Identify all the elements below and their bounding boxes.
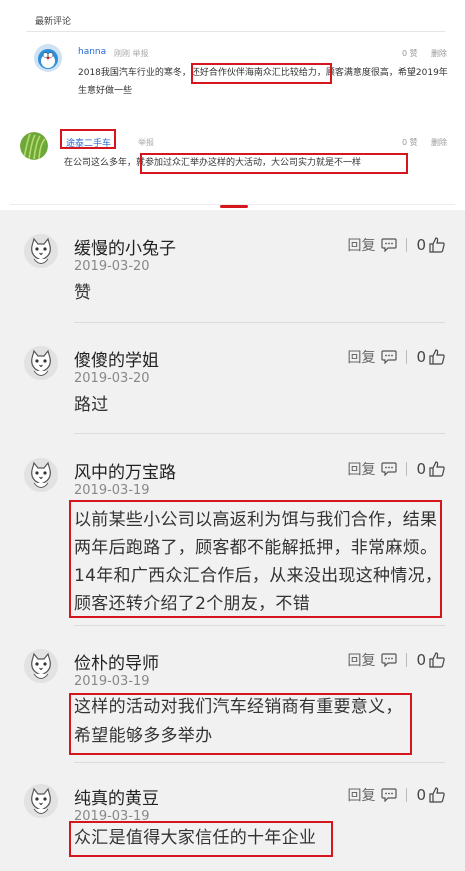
divider <box>74 433 445 434</box>
highlight-box <box>69 500 442 618</box>
comment-actions: 回复 0 <box>347 785 445 805</box>
divider <box>406 238 408 252</box>
chat-bubble-icon[interactable] <box>381 462 398 476</box>
comment-date: 2019-03-20 <box>74 259 150 274</box>
divider <box>74 322 445 323</box>
section-title: 最新评论 <box>35 17 72 27</box>
avatar[interactable] <box>20 132 48 160</box>
thumbs-up-icon[interactable] <box>429 237 445 253</box>
chat-bubble-icon[interactable] <box>381 350 398 364</box>
comment-author[interactable]: 纯真的黄豆 <box>74 784 159 809</box>
comment-list: 缓慢的小兔子 2019-03-20 赞 回复 0 傻傻的学姐 2019-03-2… <box>0 210 465 871</box>
highlight-box <box>191 63 332 84</box>
comment-actions: 回复 0 <box>347 650 445 670</box>
reply-button[interactable]: 回复 <box>347 235 375 255</box>
reply-button[interactable]: 回复 <box>347 347 375 367</box>
cat-avatar-icon[interactable] <box>24 649 58 683</box>
highlight-box <box>69 821 333 857</box>
doraemon-avatar-icon <box>34 44 62 72</box>
thumbs-up-icon[interactable] <box>429 349 445 365</box>
cat-avatar-icon[interactable] <box>24 784 58 818</box>
tab-indicator <box>220 205 248 208</box>
like-count[interactable]: 0 赞 <box>402 48 418 59</box>
highlight-box <box>69 693 412 755</box>
divider <box>406 653 408 667</box>
highlight-box <box>140 153 408 174</box>
comment-author[interactable]: 俭朴的导师 <box>74 649 159 674</box>
thumbs-up-icon[interactable] <box>429 787 445 803</box>
delete-link[interactable]: 删除 <box>431 48 447 59</box>
comment-text: 赞 <box>74 283 92 303</box>
comment-author[interactable]: 缓慢的小兔子 <box>74 234 176 259</box>
comment-actions: 回复 0 <box>347 235 445 255</box>
divider <box>74 625 445 626</box>
comment-date: 2019-03-19 <box>74 674 150 689</box>
cat-avatar-icon[interactable] <box>24 234 58 268</box>
highlight-box <box>60 129 116 149</box>
reply-button[interactable]: 回复 <box>347 459 375 479</box>
cat-avatar-icon[interactable] <box>24 458 58 492</box>
divider <box>406 462 408 476</box>
latest-comments-section: 最新评论 hanna 刚刚 举报 0 赞 删除 2018我国汽车行业的寒冬，还好… <box>0 0 465 208</box>
comment-meta[interactable]: 刚刚 举报 <box>114 48 149 59</box>
comment-author[interactable]: hanna <box>78 47 106 57</box>
comment-meta[interactable]: 举报 <box>138 137 154 148</box>
reply-button[interactable]: 回复 <box>347 650 375 670</box>
like-count: 0 <box>416 236 426 254</box>
like-count: 0 <box>416 651 426 669</box>
thumbs-up-icon[interactable] <box>429 652 445 668</box>
like-count: 0 <box>416 348 426 366</box>
comment-author[interactable]: 风中的万宝路 <box>74 458 176 483</box>
comment-date: 2019-03-20 <box>74 371 150 386</box>
cat-avatar-icon[interactable] <box>24 346 58 380</box>
divider <box>74 762 445 763</box>
comment-text: 路过 <box>74 395 109 415</box>
reply-button[interactable]: 回复 <box>347 785 375 805</box>
comment-actions: 回复 0 <box>347 347 445 367</box>
thumbs-up-icon[interactable] <box>429 461 445 477</box>
divider <box>406 788 408 802</box>
chat-bubble-icon[interactable] <box>381 238 398 252</box>
chat-bubble-icon[interactable] <box>381 653 398 667</box>
divider <box>406 350 408 364</box>
like-count[interactable]: 0 赞 <box>402 137 418 148</box>
like-count: 0 <box>416 786 426 804</box>
chat-bubble-icon[interactable] <box>381 788 398 802</box>
comment-actions: 回复 0 <box>347 459 445 479</box>
comment-author[interactable]: 傻傻的学姐 <box>74 346 159 371</box>
delete-link[interactable]: 删除 <box>431 137 447 148</box>
avatar[interactable] <box>34 44 62 72</box>
section-underline <box>26 31 445 32</box>
comment-date: 2019-03-19 <box>74 483 150 498</box>
grass-avatar-icon <box>20 132 48 160</box>
like-count: 0 <box>416 460 426 478</box>
